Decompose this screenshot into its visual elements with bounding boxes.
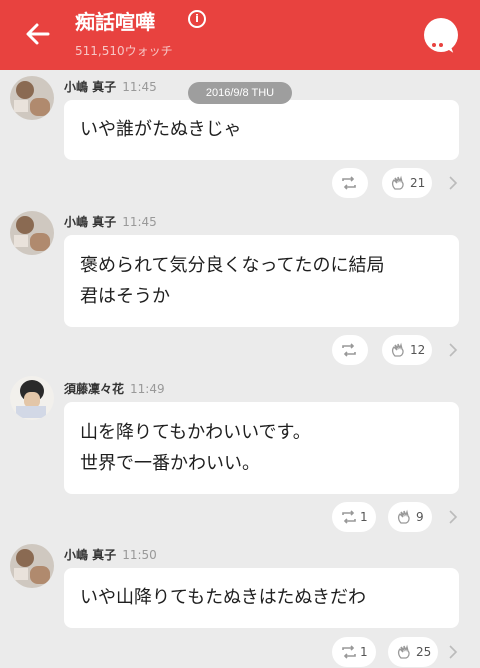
message-text-line: 褒められて気分良くなってたのに結局 [80,255,385,276]
repost-button[interactable]: 1 [332,637,376,667]
message-actions: 1 9 [332,502,472,532]
message-actions: 1 25 [332,637,472,667]
clap-count: 21 [410,176,426,190]
message-text-line: 山を降りてもかわいいです。 [80,422,311,443]
watch-count: 511,510ウォッチ [75,44,173,58]
clap-icon [397,509,410,524]
repost-icon [342,343,356,357]
repost-button[interactable] [332,168,368,198]
clap-icon [391,175,404,190]
chat-bubble-icon[interactable] [424,18,458,66]
repost-button[interactable] [332,335,368,365]
message-bubble[interactable]: 褒められて気分良くなってたのに結局 君はそうか [64,235,459,327]
chevron-right-icon[interactable] [448,510,458,524]
author-name: 須藤凜々花 [64,382,125,396]
clap-button[interactable]: 9 [388,502,432,532]
message-bubble[interactable]: いや誰がたぬきじゃ [64,100,459,160]
author-name: 小嶋 真子 [64,80,117,94]
room-title: 痴話喧嘩 [75,10,155,34]
avatar[interactable] [10,76,54,120]
clap-button[interactable]: 25 [388,637,438,667]
message-time: 11:45 [122,215,157,229]
clap-count: 9 [416,510,424,524]
message-time: 11:49 [130,382,165,396]
avatar[interactable] [10,376,54,420]
repost-button[interactable]: 1 [332,502,376,532]
author-name: 小嶋 真子 [64,548,117,562]
message-actions: 21 [332,168,472,198]
chevron-right-icon[interactable] [448,343,458,357]
repost-icon [342,176,356,190]
clap-icon [397,644,410,659]
message-item: 小嶋 真子 11:50 いや山降りてもたぬきはたぬきだわ 1 25 [0,540,480,668]
date-separator: 2016/9/8 THU [188,82,292,104]
repost-count: 1 [360,645,368,659]
chevron-right-icon[interactable] [448,176,458,190]
avatar[interactable] [10,544,54,588]
chevron-right-icon[interactable] [448,645,458,659]
message-text-line: 君はそうか [80,286,170,307]
message-time: 11:50 [122,548,157,562]
message-item: 小嶋 真子 11:45 褒められて気分良くなってたのに結局 君はそうか 12 [0,205,480,370]
clap-button[interactable]: 21 [382,168,432,198]
message-text-line: 世界で一番かわいい。 [80,453,260,474]
author-name: 小嶋 真子 [64,215,117,229]
clap-button[interactable]: 12 [382,335,432,365]
message-time: 11:45 [122,80,157,94]
message-bubble[interactable]: いや山降りてもたぬきはたぬきだわ [64,568,459,628]
clap-count: 12 [410,343,426,357]
repost-icon [342,510,356,524]
arrow-left-icon[interactable] [22,18,54,50]
message-text: いや山降りてもたぬきはたぬきだわ [80,587,367,608]
message-text: いや誰がたぬきじゃ [80,119,242,140]
message-actions: 12 [332,335,472,365]
clap-count: 25 [416,645,432,659]
clap-icon [391,342,404,357]
repost-icon [342,645,356,659]
info-icon[interactable]: i [188,10,206,28]
avatar[interactable] [10,211,54,255]
app-header: 痴話喧嘩 i 511,510ウォッチ [0,0,480,70]
repost-count: 1 [360,510,368,524]
message-bubble[interactable]: 山を降りてもかわいいです。 世界で一番かわいい。 [64,402,459,494]
message-item: 須藤凜々花 11:49 山を降りてもかわいいです。 世界で一番かわいい。 1 9 [0,370,480,540]
